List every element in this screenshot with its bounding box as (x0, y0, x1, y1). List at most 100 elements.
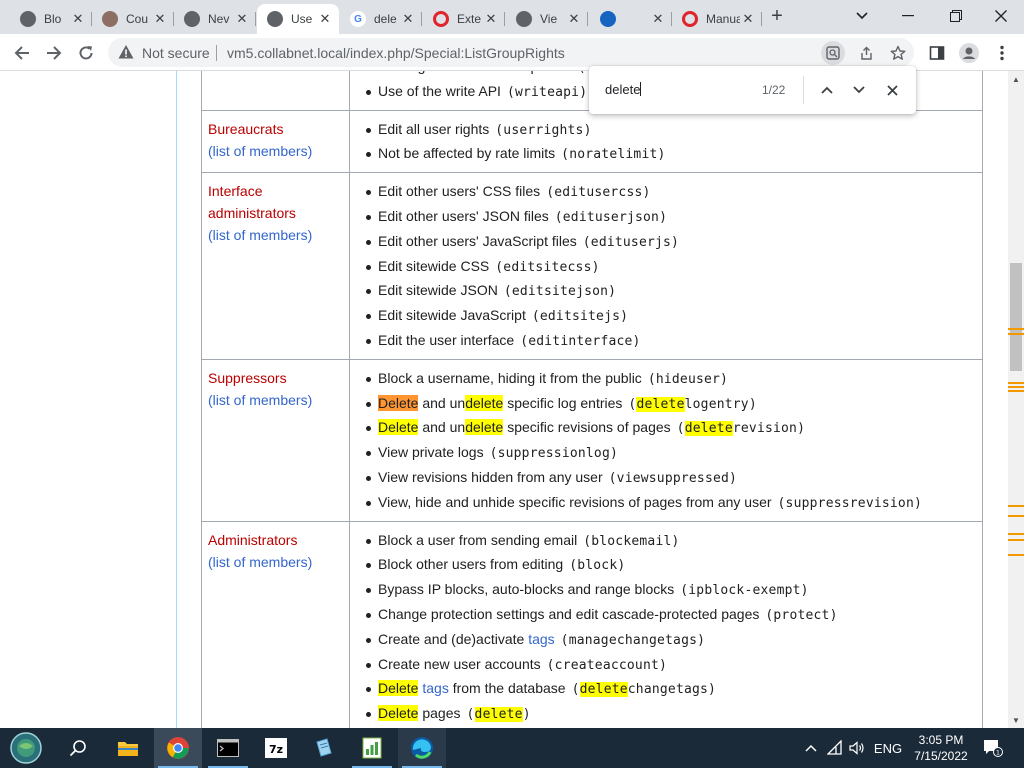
group-name-link[interactable]: Suppressors (208, 367, 343, 389)
browser-tab[interactable]: Blo ✕ (10, 4, 92, 34)
start-button[interactable] (2, 728, 50, 768)
tab-close-icon[interactable]: ✕ (483, 11, 499, 27)
taskbar-notepad[interactable] (300, 728, 348, 768)
bookmark-button[interactable] (886, 41, 910, 65)
text-segment: ( (578, 71, 586, 75)
forward-button[interactable] (41, 40, 67, 66)
list-of-members-link[interactable]: (list of members) (208, 551, 343, 573)
restore-icon (950, 10, 962, 22)
tab-close-icon[interactable]: ✕ (400, 11, 416, 27)
group-name-link[interactable]: Administrators (208, 529, 343, 551)
reload-button[interactable] (73, 40, 99, 66)
group-name-link[interactable]: Bureaucrats (208, 118, 343, 140)
chevron-up-icon (805, 744, 817, 752)
group-cell (201, 71, 350, 111)
text-segment: specific revisions of pages (503, 419, 671, 436)
network-button[interactable] (824, 728, 846, 768)
page-viewport[interactable]: Use higher limits in API queries (Use of … (0, 71, 1008, 728)
find-input[interactable]: delete (605, 82, 642, 97)
new-tab-button[interactable]: + (766, 5, 788, 27)
url-text[interactable]: vm5.collabnet.local/index.php/Special:Li… (227, 45, 565, 61)
close-window-button[interactable] (981, 2, 1021, 30)
security-status[interactable]: Not secure (142, 45, 210, 61)
address-bar[interactable]: Not secure vm5.collabnet.local/index.php… (108, 38, 914, 67)
list-of-members-link[interactable]: (list of members) (208, 389, 343, 411)
vertical-scrollbar[interactable]: ▲ ▼ (1008, 71, 1024, 728)
find-previous-button[interactable] (816, 79, 838, 101)
text-segment: logentry) (684, 396, 757, 412)
scrollbar-thumb[interactable] (1010, 263, 1022, 371)
list-of-members-link[interactable]: (list of members) (208, 224, 343, 246)
profile-button[interactable] (958, 42, 980, 64)
text-segment: Edit sitewide JSON (378, 282, 498, 299)
tab-close-icon[interactable]: ✕ (650, 11, 666, 27)
taskbar-terminal[interactable] (204, 728, 252, 768)
taskbar-search-button[interactable] (54, 728, 102, 768)
rights-list: Edit all user rights (userrights) Not be a… (366, 117, 974, 167)
tags-link[interactable]: tags (422, 680, 448, 696)
side-panel-button[interactable] (926, 42, 948, 64)
tab-close-icon[interactable]: ✕ (234, 11, 250, 27)
group-cell: Interface administrators (list of members… (201, 172, 350, 360)
right-description: Delete and undelete specific log entries (378, 394, 622, 411)
tab-search-button[interactable] (842, 2, 882, 30)
scroll-down-arrow[interactable]: ▼ (1008, 712, 1024, 728)
text-segment: (editusercss) (546, 185, 651, 201)
arrow-left-icon (14, 46, 29, 60)
browser-tab[interactable]: ✕ (590, 4, 672, 34)
tab-close-icon[interactable]: ✕ (152, 11, 168, 27)
find-next-button[interactable] (848, 79, 870, 101)
list-of-members-link[interactable]: (list of members) (208, 140, 343, 162)
right-code: (writeapi) (507, 85, 587, 100)
scrollbar-match-marker (1008, 333, 1024, 335)
share-button[interactable] (854, 41, 878, 65)
input-language[interactable]: ENG (870, 728, 906, 768)
taskbar-edge[interactable] (398, 728, 446, 768)
taskbar-clock[interactable]: 3:05 PM 7/15/2022 (910, 732, 972, 764)
taskbar-spreadsheet[interactable] (348, 728, 396, 768)
text-segment: (editsitejson) (503, 284, 617, 300)
taskbar-file-explorer[interactable] (104, 728, 152, 768)
group-name-link[interactable]: Interface administrators (208, 180, 343, 224)
minimize-button[interactable] (888, 2, 928, 30)
browser-tab[interactable]: Use ✕ (257, 4, 339, 34)
close-icon (995, 10, 1007, 22)
tab-close-icon[interactable]: ✕ (740, 11, 756, 27)
browser-tab[interactable]: Cou ✕ (92, 4, 174, 34)
tab-close-icon[interactable]: ✕ (70, 11, 86, 27)
notification-icon: 1 (984, 740, 1003, 757)
tab-separator (504, 12, 505, 26)
find-in-page-indicator[interactable] (821, 41, 845, 65)
browser-tab[interactable]: Exte ✕ (423, 4, 505, 34)
right-description: View, hide and unhide specific revisions… (378, 494, 772, 510)
find-match-highlight: delete (465, 419, 504, 436)
right-item: Create new user accounts (createaccount) (366, 652, 974, 677)
find-close-button[interactable] (881, 79, 903, 101)
browser-tab[interactable]: Gdele ✕ (340, 4, 422, 34)
browser-tab[interactable]: Manual✕ (672, 4, 762, 34)
taskbar-7zip[interactable]: 7z (252, 728, 300, 768)
back-button[interactable] (9, 40, 35, 66)
tags-link[interactable]: tags (528, 631, 554, 647)
globe-icon (516, 11, 532, 27)
taskbar-chrome[interactable] (154, 728, 202, 768)
right-code: (editusercss) (546, 185, 650, 200)
scroll-up-arrow[interactable]: ▲ (1008, 71, 1024, 87)
right-description: Use higher limits in API queries (378, 71, 572, 74)
notifications-button[interactable]: 1 (978, 728, 1008, 768)
find-match-highlight: delete (474, 707, 523, 723)
network-icon (827, 740, 842, 755)
browser-tab[interactable]: Nev ✕ (174, 4, 256, 34)
tray-overflow-button[interactable] (800, 728, 822, 768)
tab-close-icon[interactable]: ✕ (317, 11, 333, 27)
browser-tab[interactable]: Vie ✕ (506, 4, 588, 34)
right-code: (userrights) (495, 123, 591, 138)
volume-button[interactable] (846, 728, 868, 768)
restore-button[interactable] (936, 2, 976, 30)
google-icon: G (350, 11, 366, 27)
edge-icon (411, 737, 433, 759)
right-code: (editsitecss) (495, 260, 599, 275)
tab-close-icon[interactable]: ✕ (566, 11, 582, 27)
menu-button[interactable] (991, 42, 1013, 64)
right-item: View private logs (suppressionlog) (366, 440, 974, 465)
